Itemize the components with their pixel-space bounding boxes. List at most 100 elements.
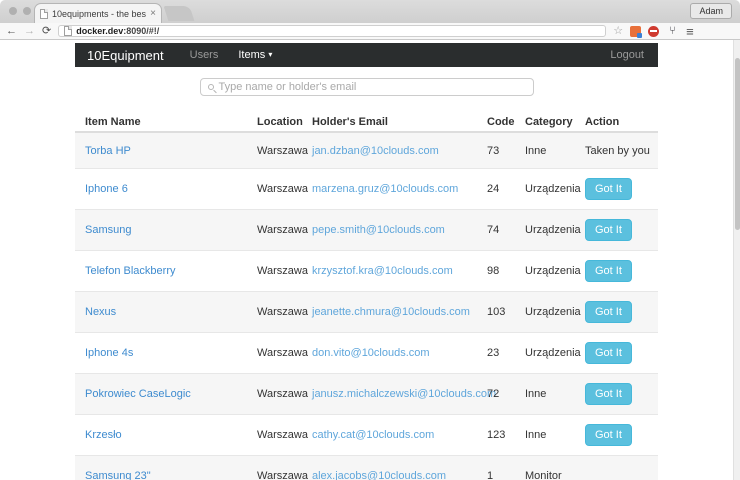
code-cell: 73 (485, 145, 523, 157)
code-cell: 23 (485, 347, 523, 359)
nav-item-items[interactable]: Items ▾ (238, 49, 272, 61)
got-it-button[interactable]: Got It (585, 260, 632, 282)
page-favicon-icon (40, 9, 48, 19)
table-row: Iphone 6Warszawamarzena.gruz@10clouds.co… (75, 168, 658, 209)
code-cell: 74 (485, 224, 523, 236)
screenshot-extension-icon[interactable] (630, 26, 641, 37)
back-icon[interactable]: ← (6, 26, 17, 37)
holder-email-link[interactable]: janusz.michalczewski@10clouds.com (310, 388, 485, 400)
holder-email-link[interactable]: krzysztof.kra@10clouds.com (310, 265, 485, 277)
chrome-menu-icon[interactable]: ≡ (686, 25, 694, 38)
url-text: docker.dev:8090/#!/ (76, 26, 159, 36)
action-cell: Got It (583, 424, 658, 446)
app-brand[interactable]: 10Equipment (87, 48, 164, 63)
new-tab-button[interactable] (164, 6, 195, 21)
app-navbar: 10Equipment Users Items ▾ Logout (75, 43, 658, 67)
scrollbar-thumb[interactable] (735, 58, 740, 230)
holder-email-link[interactable]: don.vito@10clouds.com (310, 347, 485, 359)
location-cell: Warszawa (255, 306, 310, 318)
action-cell: Got It (583, 383, 658, 405)
table-header: Item Name Location Holder's Email Code C… (75, 112, 658, 133)
action-cell: Got It (583, 260, 658, 282)
got-it-button[interactable]: Got It (585, 178, 632, 200)
adblock-extension-icon[interactable] (648, 26, 659, 37)
holder-email-link[interactable]: marzena.gruz@10clouds.com (310, 183, 485, 195)
holder-email-link[interactable]: alex.jacobs@10clouds.com (310, 470, 485, 480)
bookmark-star-icon[interactable]: ☆ (613, 26, 623, 37)
browser-tab[interactable]: 10equipments - the best s × (34, 3, 162, 23)
item-name-link[interactable]: Torba HP (75, 145, 255, 157)
location-cell: Warszawa (255, 224, 310, 236)
action-cell: Got It (583, 219, 658, 241)
browser-window: 10equipments - the best s × Adam ← → ⟳ d… (0, 0, 740, 480)
category-cell: Inne (523, 145, 583, 157)
column-header-category: Category (523, 116, 583, 128)
holder-email-link[interactable]: pepe.smith@10clouds.com (310, 224, 485, 236)
code-cell: 1 (485, 470, 523, 480)
location-cell: Warszawa (255, 429, 310, 441)
table-row: Torba HPWarszawajan.dzban@10clouds.com73… (75, 133, 658, 168)
table-row: Iphone 4sWarszawadon.vito@10clouds.com23… (75, 332, 658, 373)
table-row: SamsungWarszawapepe.smith@10clouds.com74… (75, 209, 658, 250)
holder-email-link[interactable]: jeanette.chmura@10clouds.com (310, 306, 485, 318)
close-window-icon[interactable] (9, 7, 17, 15)
nav-item-users[interactable]: Users (190, 49, 219, 61)
got-it-button[interactable]: Got It (585, 219, 632, 241)
category-cell: Urządzenia (523, 347, 583, 359)
search-input[interactable]: Type name or holder's email (200, 78, 534, 96)
forward-icon: → (24, 26, 35, 37)
address-bar[interactable]: docker.dev:8090/#!/ (58, 25, 606, 37)
holder-email-link[interactable]: jan.dzban@10clouds.com (310, 145, 485, 157)
got-it-button[interactable]: Got It (585, 383, 632, 405)
column-header-code: Code (485, 116, 523, 128)
column-header-location: Location (255, 116, 310, 128)
category-cell: Urządzenia (523, 224, 583, 236)
code-cell: 98 (485, 265, 523, 277)
table-row: Samsung 23"Warszawaalex.jacobs@10clouds.… (75, 455, 658, 480)
category-cell: Urządzenia (523, 306, 583, 318)
location-cell: Warszawa (255, 347, 310, 359)
tab-strip: 10equipments - the best s × Adam (0, 0, 740, 23)
scrollbar-track[interactable] (733, 40, 740, 480)
location-cell: Warszawa (255, 388, 310, 400)
code-cell: 24 (485, 183, 523, 195)
page-content: 10Equipment Users Items ▾ Logout Type na… (0, 40, 740, 480)
item-name-link[interactable]: Nexus (75, 306, 255, 318)
location-cell: Warszawa (255, 145, 310, 157)
minimize-window-icon[interactable] (23, 7, 31, 15)
column-header-item-name: Item Name (75, 116, 255, 128)
code-cell: 123 (485, 429, 523, 441)
category-cell: Inne (523, 388, 583, 400)
table-row: Pokrowiec CaseLogicWarszawajanusz.michal… (75, 373, 658, 414)
item-name-link[interactable]: Samsung (75, 224, 255, 236)
item-name-link[interactable]: Krzesło (75, 429, 255, 441)
logout-button[interactable]: Logout (610, 49, 644, 61)
action-cell: Got It (583, 342, 658, 364)
category-cell: Urządzenia (523, 265, 583, 277)
category-cell: Urządzenia (523, 183, 583, 195)
got-it-button[interactable]: Got It (585, 301, 632, 323)
tab-close-icon[interactable]: × (150, 9, 156, 19)
refresh-icon[interactable]: ⟳ (42, 26, 51, 37)
dark-extension-icon[interactable]: ⑂ (666, 26, 679, 37)
item-name-link[interactable]: Iphone 6 (75, 183, 255, 195)
location-cell: Warszawa (255, 183, 310, 195)
code-cell: 103 (485, 306, 523, 318)
holder-email-link[interactable]: cathy.cat@10clouds.com (310, 429, 485, 441)
profile-button[interactable]: Adam (690, 3, 732, 19)
search-placeholder: Type name or holder's email (219, 81, 357, 93)
got-it-button[interactable]: Got It (585, 342, 632, 364)
category-cell: Monitor (523, 470, 583, 480)
code-cell: 72 (485, 388, 523, 400)
column-header-action: Action (583, 116, 658, 128)
table-row: KrzesłoWarszawacathy.cat@10clouds.com123… (75, 414, 658, 455)
item-name-link[interactable]: Samsung 23" (75, 470, 255, 480)
got-it-button[interactable]: Got It (585, 424, 632, 446)
column-header-holder-email: Holder's Email (310, 116, 485, 128)
item-name-link[interactable]: Pokrowiec CaseLogic (75, 388, 255, 400)
item-name-link[interactable]: Iphone 4s (75, 347, 255, 359)
table-body: Torba HPWarszawajan.dzban@10clouds.com73… (75, 133, 658, 480)
location-cell: Warszawa (255, 470, 310, 480)
action-cell: Got It (583, 178, 658, 200)
item-name-link[interactable]: Telefon Blackberry (75, 265, 255, 277)
